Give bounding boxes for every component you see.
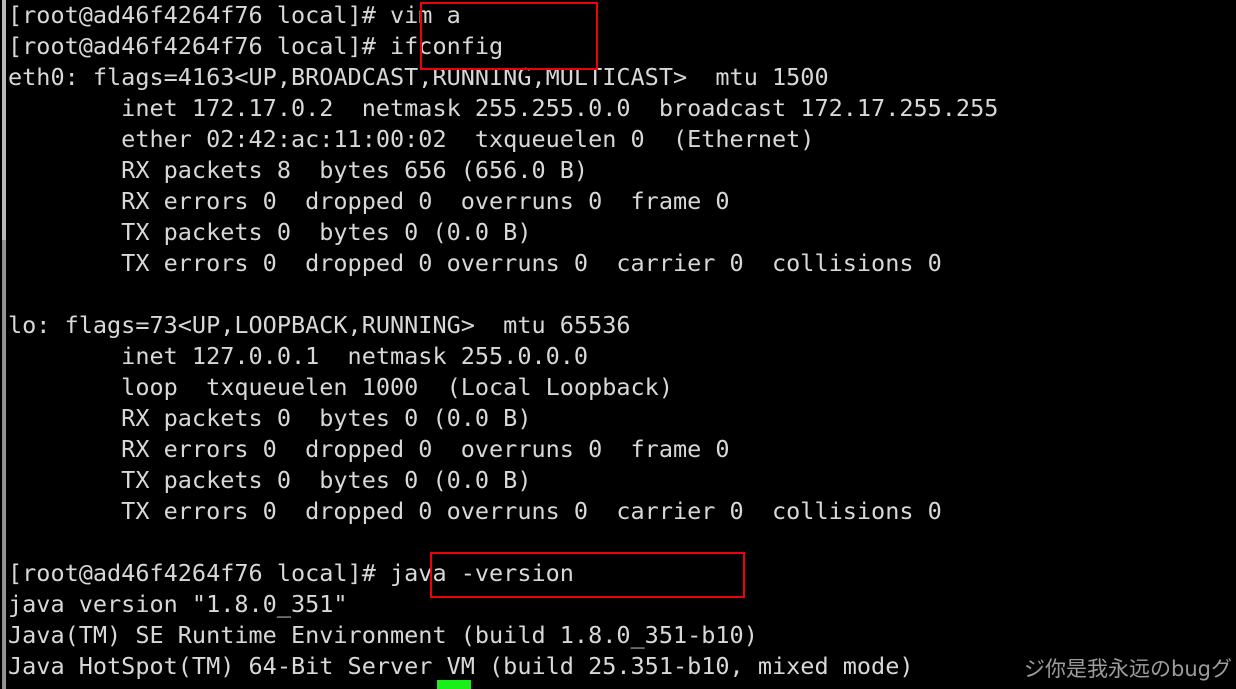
terminal-output: [root@ad46f4264f76 local]# vim a [root@a… (8, 0, 1236, 682)
terminal-line: lo: flags=73<UP,LOOPBACK,RUNNING> mtu 65… (8, 311, 631, 339)
terminal-line: RX errors 0 dropped 0 overruns 0 frame 0 (8, 187, 730, 215)
scrollbar-thumb[interactable] (2, 0, 6, 240)
terminal-scrollbar[interactable] (0, 0, 8, 689)
terminal-line: [root@ad46f4264f76 local]# ifconfig (8, 32, 504, 60)
terminal-cursor (437, 680, 471, 689)
terminal-line: eth0: flags=4163<UP,BROADCAST,RUNNING,MU… (8, 63, 829, 91)
terminal-line: TX packets 0 bytes 0 (0.0 B) (8, 466, 532, 494)
terminal-window[interactable]: [root@ad46f4264f76 local]# vim a [root@a… (0, 0, 1236, 689)
terminal-line: RX packets 8 bytes 656 (656.0 B) (8, 156, 589, 184)
terminal-line: ether 02:42:ac:11:00:02 txqueuelen 0 (Et… (8, 125, 815, 153)
terminal-line: inet 127.0.0.1 netmask 255.0.0.0 (8, 342, 589, 370)
terminal-line: Java HotSpot(TM) 64-Bit Server VM (build… (8, 652, 914, 680)
terminal-line: Java(TM) SE Runtime Environment (build 1… (8, 621, 758, 649)
terminal-line: [root@ad46f4264f76 local]# vim a (8, 1, 461, 29)
terminal-line: loop txqueuelen 1000 (Local Loopback) (8, 373, 673, 401)
terminal-line: RX packets 0 bytes 0 (0.0 B) (8, 404, 532, 432)
terminal-line: TX packets 0 bytes 0 (0.0 B) (8, 218, 532, 246)
terminal-line: [root@ad46f4264f76 local]# java -version (8, 559, 574, 587)
terminal-line: java version "1.8.0_351" (8, 590, 348, 618)
terminal-line: TX errors 0 dropped 0 overruns 0 carrier… (8, 497, 942, 525)
terminal-line: inet 172.17.0.2 netmask 255.255.0.0 broa… (8, 94, 999, 122)
terminal-line: TX errors 0 dropped 0 overruns 0 carrier… (8, 249, 942, 277)
terminal-line: RX errors 0 dropped 0 overruns 0 frame 0 (8, 435, 730, 463)
